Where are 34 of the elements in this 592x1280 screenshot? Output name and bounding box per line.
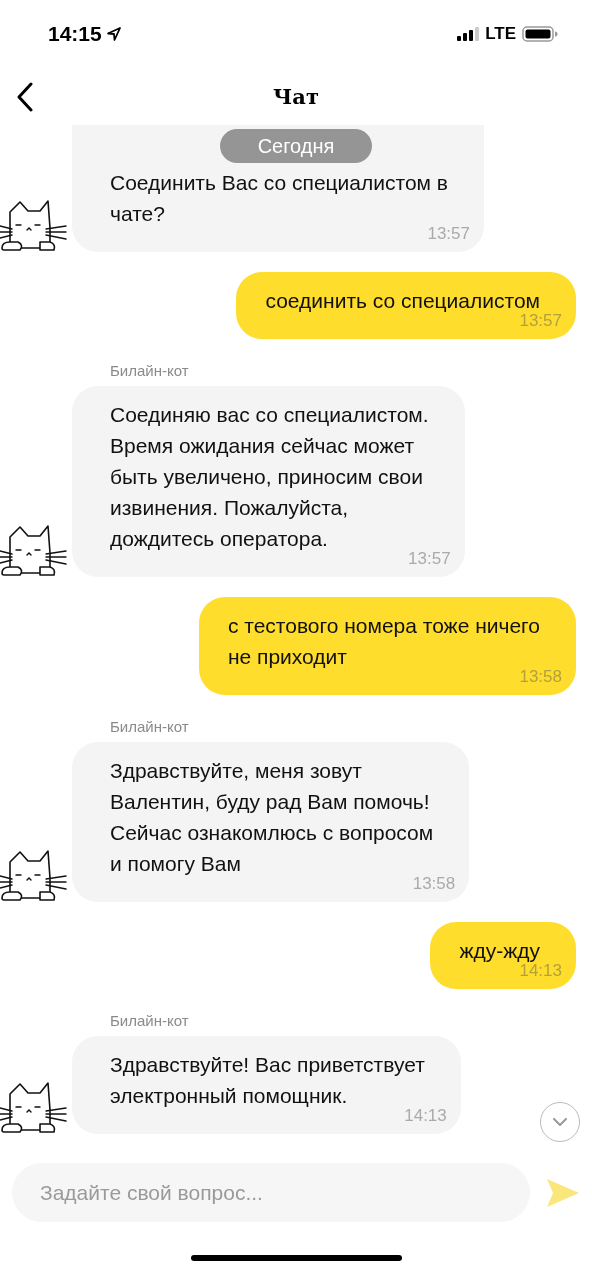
- scroll-down-button[interactable]: [540, 1102, 580, 1142]
- message-text: с тестового номера тоже ничего не приходит: [227, 613, 541, 670]
- message-time: 13:57: [519, 311, 562, 331]
- back-chevron-icon: [16, 82, 34, 112]
- signal-icon: [457, 27, 480, 41]
- sender-name: Билайн-кот: [110, 718, 190, 735]
- message-time: 14:13: [404, 1106, 447, 1126]
- message-text: Здравствуйте! Вас приветствует электронный помощник.: [110, 1052, 426, 1109]
- message-text: жду-жду: [459, 938, 541, 964]
- send-icon: [546, 1177, 580, 1208]
- message-text: Соединить Вас со специалистом в чате?: [110, 170, 449, 227]
- message-input[interactable]: Задайте свой вопрос...: [12, 1163, 530, 1222]
- battery-icon: [522, 26, 558, 42]
- cat-icon: [0, 198, 68, 252]
- location-arrow-icon: [105, 26, 122, 42]
- message-text: Соединяю вас со специалистом. Время ожидания сейчас может быть увеличено, приносим свои извинения. Пожалуйста, дождитесь оператора.: [110, 402, 430, 552]
- message-time: 13:57: [427, 224, 470, 244]
- cat-icon: [0, 848, 68, 902]
- cat-icon: [0, 523, 68, 577]
- network-label: LTE: [485, 24, 516, 44]
- send-button[interactable]: [546, 1177, 580, 1208]
- message-time: 14:13: [519, 961, 562, 981]
- date-badge: Сегодня: [220, 129, 372, 163]
- screen-title: Чат: [273, 84, 319, 109]
- message-text: соединить со специалистом: [265, 288, 541, 314]
- chevron-down-icon: [553, 1118, 567, 1126]
- message-time: 13:58: [519, 667, 562, 687]
- cat-icon: [0, 1080, 68, 1134]
- message-text: Здравствуйте, меня зовут Валентин, буду рад Вам помочь! Сейчас ознакомлюсь с вопросом и помогу Вам: [110, 758, 435, 877]
- sender-name: Билайн-кот: [110, 362, 190, 379]
- clock-time: 14:15: [48, 22, 102, 46]
- message-time: 13:57: [408, 549, 451, 569]
- message-time: 13:58: [412, 874, 456, 894]
- sender-name: Билайн-кот: [110, 1012, 190, 1029]
